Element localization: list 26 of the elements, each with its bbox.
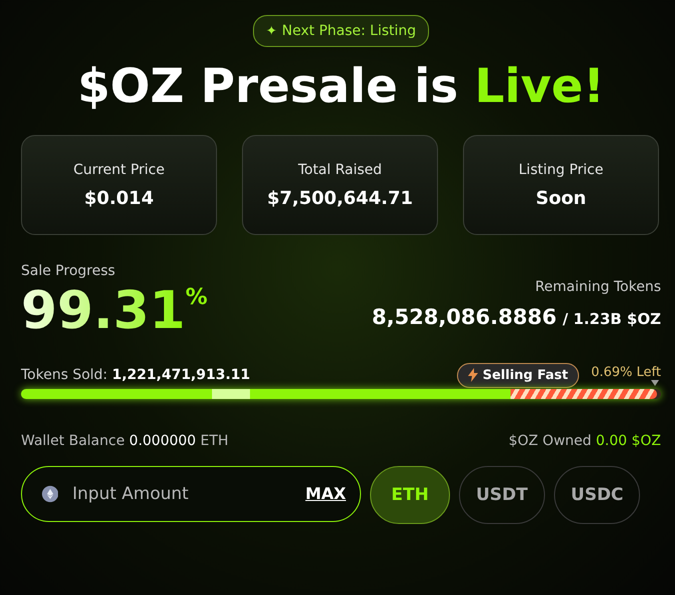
stat-value: Soon bbox=[536, 188, 586, 209]
remaining-label: Remaining Tokens bbox=[535, 278, 661, 295]
currency-button[interactable]: ETH bbox=[370, 466, 450, 524]
remaining-amount: 8,528,086.8886 bbox=[372, 304, 557, 329]
currency-button[interactable]: USDC bbox=[554, 466, 640, 524]
percent-sign: % bbox=[185, 285, 208, 310]
stat-label: Listing Price bbox=[518, 162, 604, 178]
oz-owned: $OZ Owned 0.00 $OZ bbox=[508, 432, 661, 449]
left-percent: 0.69% Left bbox=[591, 364, 661, 380]
headline: $OZ Presale is Live! bbox=[76, 59, 606, 116]
stat-value: $7,500,644.71 bbox=[267, 188, 413, 209]
amount-field[interactable]: Input Amount MAX bbox=[21, 466, 361, 522]
tokens-sold: Tokens Sold: 1,221,471,913.11 bbox=[21, 367, 250, 384]
stat-value: $0.014 bbox=[84, 188, 154, 209]
max-button[interactable]: MAX bbox=[305, 484, 346, 504]
stat-label: Current Price bbox=[73, 162, 165, 178]
lightning-icon bbox=[468, 368, 478, 382]
stat-label: Total Raised bbox=[298, 162, 382, 178]
sale-progress-label: Sale Progress bbox=[21, 263, 116, 280]
sparkle-icon: ✦ bbox=[266, 24, 277, 38]
total-supply: / 1.23B $OZ bbox=[562, 310, 661, 328]
currency-button[interactable]: USDT bbox=[459, 466, 545, 524]
phase-label: Next Phase: Listing bbox=[282, 23, 416, 39]
pointer-icon bbox=[651, 380, 659, 386]
selling-fast-label: Selling Fast bbox=[482, 368, 568, 383]
wallet-balance: Wallet Balance 0.000000 ETH bbox=[21, 432, 228, 449]
